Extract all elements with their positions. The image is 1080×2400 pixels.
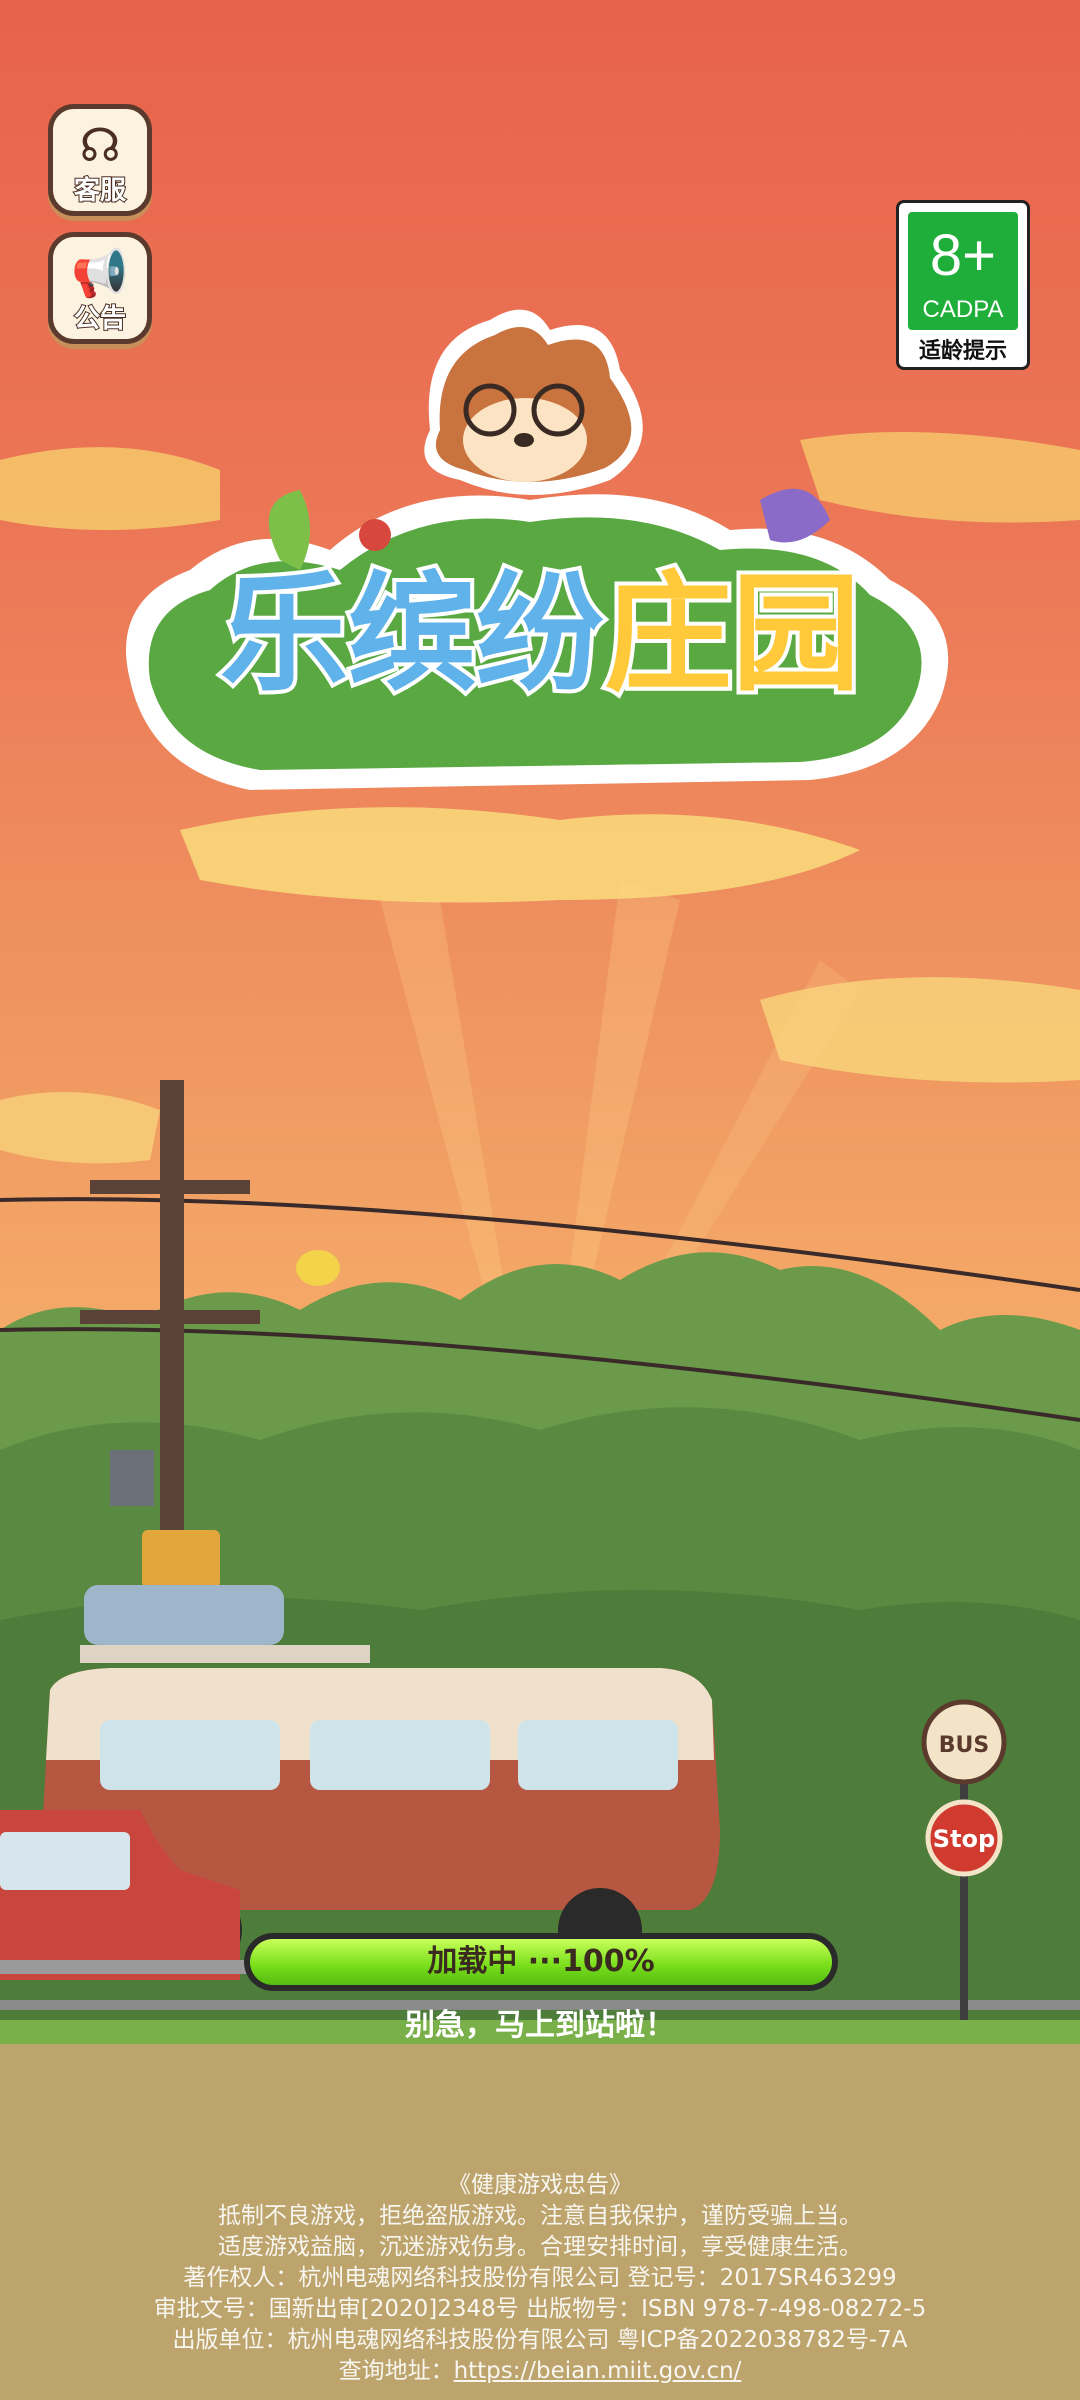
- customer-service-label: 客服: [73, 175, 127, 207]
- health-notice-line-2: 适度游戏益脑，沉迷游戏伤身。合理安排时间，享受健康生活。: [218, 2234, 862, 2260]
- title-char-2: 缤: [344, 556, 480, 713]
- title-char-1: 乐: [216, 556, 352, 713]
- loading-progress-fill: 加载中 ···100%: [250, 1939, 832, 1985]
- query-line: 查询地址：https://beian.miit.gov.cn/: [0, 2356, 1080, 2387]
- query-link[interactable]: https://beian.miit.gov.cn/: [454, 2358, 742, 2384]
- query-label: 查询地址：: [338, 2358, 454, 2384]
- bus-stop-label: BUS: [939, 1733, 989, 1758]
- copyright-line: 著作权人：杭州电魂网络科技股份有限公司 登记号：2017SR463299: [183, 2265, 897, 2291]
- title-char-5: 园: [728, 556, 864, 713]
- megaphone-icon: 📢: [71, 246, 129, 300]
- health-notice: 《健康游戏忠告》 抵制不良游戏，拒绝盗版游戏。注意自我保护，谨防受骗上当。 适度…: [0, 2170, 1080, 2387]
- publisher-line: 出版单位：杭州电魂网络科技股份有限公司 粤ICP备2022038782号-7A: [172, 2327, 908, 2353]
- headset-icon: ☊: [79, 118, 121, 172]
- title-char-3: 纷: [472, 556, 608, 713]
- age-rating-value: 8+: [929, 223, 997, 288]
- health-notice-title: 《健康游戏忠告》: [448, 2172, 632, 2198]
- stop-sign-label: Stop: [933, 1825, 995, 1853]
- loading-progress-bar: 加载中 ···100%: [244, 1933, 838, 1991]
- game-loading-screen: BUS Stop ☊ 客服 📢 公告 8+ CADPA 适龄提示 乐 缤 纷 庄…: [0, 0, 1080, 2400]
- game-title: 乐 缤 纷 庄 园: [150, 556, 930, 713]
- approval-line: 审批文号：国新出审[2020]2348号 出版物号：ISBN 978-7-498…: [153, 2296, 927, 2322]
- loading-hint: 别急，马上到站啦！: [405, 2008, 675, 2043]
- loading-text: 加载中 ···100%: [427, 1944, 655, 1979]
- health-notice-line-1: 抵制不良游戏，拒绝盗版游戏。注意自我保护，谨防受骗上当。: [218, 2203, 862, 2229]
- title-char-4: 庄: [600, 556, 736, 713]
- customer-service-button[interactable]: ☊ 客服: [48, 104, 152, 216]
